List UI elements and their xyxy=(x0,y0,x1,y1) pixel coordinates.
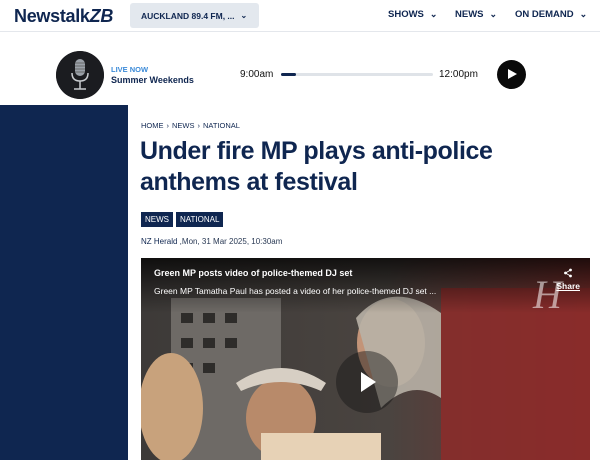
chevron-down-icon: ⌄ xyxy=(579,9,588,19)
show-progress-bar xyxy=(281,73,433,76)
top-navigation-bar: NewstalkZB AUCKLAND 89.4 FM, ... ⌄ SHOWS… xyxy=(0,0,600,32)
share-icon xyxy=(556,268,580,281)
share-label: Share xyxy=(556,281,580,291)
station-selector[interactable]: AUCKLAND 89.4 FM, ... ⌄ xyxy=(130,3,259,28)
article-byline: NZ Herald ,Mon, 31 Mar 2025, 10:30am xyxy=(141,237,282,246)
share-button[interactable]: Share xyxy=(556,268,580,291)
video-play-button[interactable] xyxy=(336,351,398,413)
nav-shows[interactable]: SHOWS ⌄ xyxy=(388,9,437,20)
show-avatar-microphone-icon xyxy=(56,51,104,99)
video-description: Green MP Tamatha Paul has posted a video… xyxy=(154,286,437,296)
nav-news[interactable]: NEWS ⌄ xyxy=(455,9,497,20)
breadcrumb-separator: › xyxy=(166,121,170,130)
video-title: Green MP posts video of police-themed DJ… xyxy=(154,268,353,278)
breadcrumb-separator: › xyxy=(197,121,201,130)
breadcrumb-national[interactable]: NATIONAL xyxy=(203,121,240,130)
article-source[interactable]: NZ Herald xyxy=(141,237,177,246)
tag-news[interactable]: NEWS xyxy=(141,212,173,227)
chevron-down-icon: ⌄ xyxy=(429,9,438,19)
article-headline: Under fire MP plays anti-police anthems … xyxy=(140,137,493,196)
play-button[interactable] xyxy=(497,60,526,89)
chevron-down-icon: ⌄ xyxy=(240,11,248,20)
nav-on-demand[interactable]: ON DEMAND ⌄ xyxy=(515,9,587,20)
live-now-label: LIVE NOW xyxy=(111,65,149,74)
tag-national[interactable]: NATIONAL xyxy=(176,212,224,227)
show-end-time: 12:00pm xyxy=(439,69,478,80)
breadcrumb-home[interactable]: HOME xyxy=(141,121,164,130)
breadcrumb-news[interactable]: NEWS xyxy=(172,121,195,130)
show-start-time: 9:00am xyxy=(240,69,274,80)
station-selector-label: AUCKLAND 89.4 FM, ... xyxy=(141,10,235,21)
chevron-down-icon: ⌄ xyxy=(489,9,498,19)
show-name[interactable]: Summer Weekends xyxy=(111,75,194,85)
left-sidebar-panel xyxy=(0,105,128,460)
article-tags: NEWS NATIONAL xyxy=(141,212,224,227)
article-date: ,Mon, 31 Mar 2025, 10:30am xyxy=(177,237,283,246)
newstalk-zb-logo[interactable]: NewstalkZB xyxy=(14,6,113,27)
live-radio-player: LIVE NOW Summer Weekends 9:00am 12:00pm xyxy=(0,32,600,105)
show-progress-fill xyxy=(281,73,297,76)
breadcrumb: HOME › NEWS › NATIONAL xyxy=(141,121,240,130)
